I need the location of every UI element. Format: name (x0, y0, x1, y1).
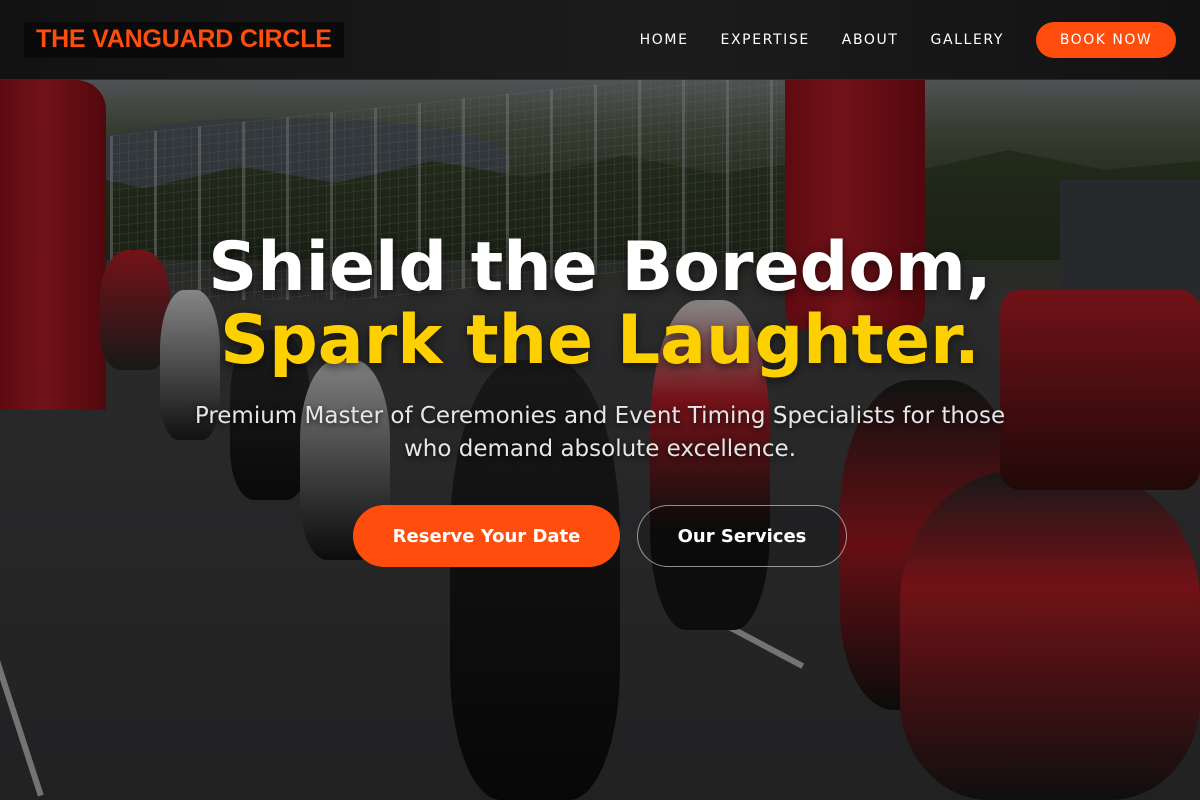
hero-subtitle: Premium Master of Ceremonies and Event T… (194, 403, 1006, 462)
book-now-button[interactable]: BOOK NOW (1036, 21, 1176, 58)
site-logo[interactable]: THE VANGUARD CIRCLE (24, 21, 344, 58)
our-services-button[interactable]: Our Services (637, 505, 847, 567)
nav-expertise[interactable]: EXPERTISE (721, 32, 810, 48)
hero-headline-line2: Spark the Laughter. (220, 301, 980, 380)
main-nav: HOME EXPERTISE ABOUT GALLERY BOOK NOW (608, 21, 1176, 58)
hero-headline-line1: Shield the Boredom, (208, 228, 992, 307)
hero-section: Shield the Boredom, Spark the Laughter. … (0, 80, 1200, 800)
nav-about[interactable]: ABOUT (842, 32, 899, 48)
nav-gallery[interactable]: GALLERY (931, 32, 1004, 48)
site-header: THE VANGUARD CIRCLE HOME EXPERTISE ABOUT… (0, 0, 1200, 80)
nav-home[interactable]: HOME (640, 32, 689, 48)
reserve-date-button[interactable]: Reserve Your Date (353, 505, 620, 567)
